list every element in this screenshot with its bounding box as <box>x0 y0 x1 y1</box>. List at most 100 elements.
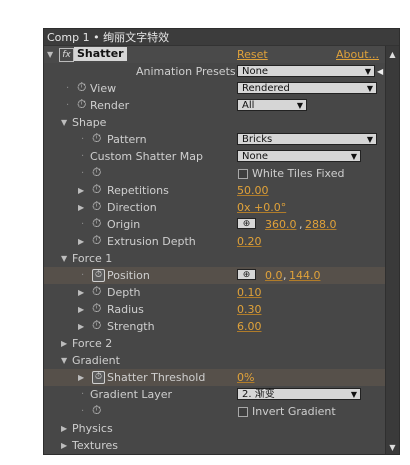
view-dropdown[interactable]: Rendered ▼ <box>237 82 377 94</box>
depth-value[interactable]: 0.10 <box>237 284 262 301</box>
gradient-layer-dropdown[interactable]: 2. 渐变 ▼ <box>237 388 361 400</box>
chevron-down-icon: ▼ <box>366 135 373 144</box>
expand-triangle-icon[interactable]: ▶ <box>78 301 84 318</box>
stopwatch-active-icon[interactable]: ⏱ <box>92 371 105 384</box>
radius-label: Radius <box>107 303 144 316</box>
expand-triangle-icon[interactable]: ▼ <box>61 250 67 267</box>
force1-strength-row: ▶ ⏱ Strength 6.00 <box>44 318 387 335</box>
effect-header-row[interactable]: ▼ fx Shatter Reset About... <box>44 46 387 63</box>
shape-label: Shape <box>72 116 107 129</box>
invert-gradient-checkbox[interactable] <box>238 407 248 417</box>
force1-label: Force 1 <box>72 252 113 265</box>
render-label: Render <box>90 99 130 112</box>
about-link[interactable]: About... <box>336 46 379 63</box>
radius-value[interactable]: 0.30 <box>237 301 262 318</box>
view-row: · ⏱ View Rendered ▼ <box>44 80 387 97</box>
direction-row: ▶ ⏱ Direction 0x +0.0° <box>44 199 387 216</box>
strength-value[interactable]: 6.00 <box>237 318 262 335</box>
origin-x-value[interactable]: 360.0 <box>265 216 297 233</box>
direction-label: Direction <box>107 201 157 214</box>
force1-depth-row: ▶ ⏱ Depth 0.10 <box>44 284 387 301</box>
stopwatch-icon[interactable]: ⏱ <box>92 232 101 249</box>
position-y-value[interactable]: 144.0 <box>289 267 321 284</box>
animation-presets-label: Animation Presets: <box>136 65 240 78</box>
expand-triangle-icon[interactable]: ▶ <box>78 318 84 335</box>
stopwatch-icon[interactable]: ⏱ <box>77 79 86 96</box>
stopwatch-active-icon[interactable]: ⏱ <box>92 269 105 282</box>
white-tiles-checkbox[interactable] <box>238 169 248 179</box>
effect-name[interactable]: Shatter <box>74 47 127 61</box>
origin-row: · ⏱ Origin ⊕ 360.0 , 288.0 <box>81 215 337 233</box>
fx-toggle-icon[interactable]: fx <box>59 48 74 62</box>
chevron-down-icon: ▼ <box>296 101 303 110</box>
view-label: View <box>90 82 117 95</box>
pattern-row: · ⏱ Pattern Bricks ▼ <box>44 131 387 148</box>
force2-group-row[interactable]: ▶ Force 2 <box>44 335 387 352</box>
expand-triangle-icon[interactable]: ▶ <box>78 233 84 250</box>
physics-group-row[interactable]: ▶ Physics <box>44 420 387 437</box>
expand-triangle-icon[interactable]: ▶ <box>78 199 84 216</box>
scroll-up-icon[interactable]: ▲ <box>387 49 398 60</box>
stopwatch-icon[interactable]: ⏱ <box>92 283 101 300</box>
stopwatch-icon[interactable]: ⏱ <box>92 300 101 317</box>
vertical-scrollbar[interactable]: ▲ ▼ <box>385 46 399 454</box>
invert-gradient-label: Invert Gradient <box>252 405 336 418</box>
reset-link[interactable]: Reset <box>237 46 268 63</box>
stopwatch-icon[interactable]: ⏱ <box>92 164 101 181</box>
preset-prev-icon[interactable]: ◀ <box>377 63 383 80</box>
expand-triangle-icon[interactable]: ▶ <box>78 369 84 386</box>
gradient-label: Gradient <box>72 354 120 367</box>
shatter-threshold-value[interactable]: 0% <box>237 369 254 386</box>
stopwatch-icon[interactable]: ⏱ <box>92 130 101 147</box>
textures-group-row[interactable]: ▶ Textures <box>44 437 387 454</box>
collapse-triangle-icon[interactable]: ▼ <box>47 46 53 63</box>
chevron-down-icon: ▼ <box>364 67 371 76</box>
stopwatch-icon[interactable]: ⏱ <box>92 317 101 334</box>
stopwatch-icon[interactable]: ⏱ <box>92 215 101 232</box>
crosshair-icon[interactable]: ⊕ <box>237 269 256 280</box>
chevron-down-icon: ▼ <box>350 390 357 399</box>
stopwatch-icon[interactable]: ⏱ <box>92 181 101 198</box>
shatter-threshold-label: Shatter Threshold <box>107 371 206 384</box>
physics-label: Physics <box>72 422 113 435</box>
expand-triangle-icon[interactable]: ▼ <box>61 114 67 131</box>
expand-triangle-icon[interactable]: ▼ <box>61 352 67 369</box>
repetitions-value[interactable]: 50.00 <box>237 182 269 199</box>
extrusion-depth-label: Extrusion Depth <box>107 235 196 248</box>
crosshair-icon[interactable]: ⊕ <box>237 218 256 229</box>
expand-triangle-icon[interactable]: ▶ <box>78 284 84 301</box>
extrusion-depth-row: ▶ ⏱ Extrusion Depth 0.20 <box>44 233 387 250</box>
invert-gradient-row: · ⏱ Invert Gradient <box>81 402 336 419</box>
expand-triangle-icon[interactable]: ▶ <box>61 335 67 352</box>
origin-y-value[interactable]: 288.0 <box>305 216 337 233</box>
shape-group-row[interactable]: ▼ Shape <box>44 114 387 131</box>
custom-shatter-map-label: Custom Shatter Map <box>90 150 203 163</box>
origin-label: Origin <box>107 218 141 231</box>
force1-group-row[interactable]: ▼ Force 1 <box>44 250 387 267</box>
pattern-dropdown[interactable]: Bricks ▼ <box>237 133 377 145</box>
expand-triangle-icon[interactable]: ▶ <box>61 437 67 454</box>
scroll-down-icon[interactable]: ▼ <box>387 442 398 453</box>
direction-value[interactable]: 0x +0.0° <box>237 199 286 216</box>
extrusion-depth-value[interactable]: 0.20 <box>237 233 262 250</box>
force2-label: Force 2 <box>72 337 113 350</box>
custom-shatter-map-row: · Custom Shatter Map None ▼ <box>44 148 387 165</box>
stopwatch-icon[interactable]: ⏱ <box>92 402 101 419</box>
expand-triangle-icon[interactable]: ▶ <box>78 182 84 199</box>
force1-radius-row: ▶ ⏱ Radius 0.30 <box>44 301 387 318</box>
stopwatch-icon[interactable]: ⏱ <box>77 96 86 113</box>
render-row: · ⏱ Render All ▼ <box>44 97 387 114</box>
repetitions-row: ▶ ⏱ Repetitions 50.00 <box>44 182 387 199</box>
animation-presets-dropdown[interactable]: None ▼ <box>237 65 375 77</box>
expand-triangle-icon[interactable]: ▶ <box>61 420 67 437</box>
white-tiles-label: White Tiles Fixed <box>252 167 345 180</box>
custom-shatter-map-dropdown[interactable]: None ▼ <box>237 150 361 162</box>
repetitions-label: Repetitions <box>107 184 169 197</box>
gradient-group-row[interactable]: ▼ Gradient <box>44 352 387 369</box>
render-dropdown[interactable]: All ▼ <box>237 99 307 111</box>
position-x-value[interactable]: 0.0 <box>265 267 283 284</box>
effect-controls-panel: Comp 1 • 绚丽文字特效 ▼ fx Shatter Reset About… <box>43 28 400 455</box>
chevron-down-icon: ▼ <box>350 152 357 161</box>
strength-label: Strength <box>107 320 155 333</box>
stopwatch-icon[interactable]: ⏱ <box>92 198 101 215</box>
